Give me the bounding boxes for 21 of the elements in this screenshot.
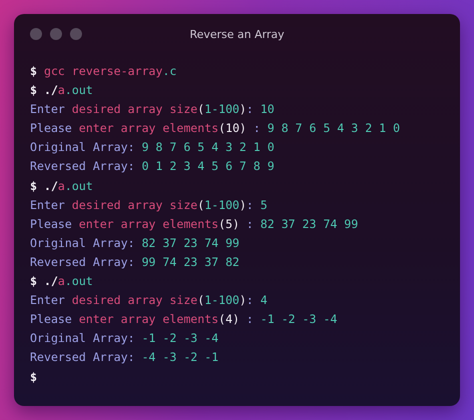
terminal-line: Reversed Array: 99 74 23 37 82: [30, 254, 240, 271]
terminal-line: Original Array: 9 8 7 6 5 4 3 2 1 0: [30, 139, 274, 156]
terminal-line: $ ./a.out: [30, 178, 93, 195]
window-dot-icon[interactable]: [70, 28, 82, 40]
terminal-line: Reversed Array: -4 -3 -2 -1: [30, 349, 218, 366]
terminal-line: $ ./a.out: [30, 273, 93, 290]
terminal-line: $ ./a.out: [30, 82, 93, 100]
terminal-line: Reversed Array: 0 1 2 3 4 5 6 7 8 9: [30, 158, 274, 176]
terminal-line: Original Array: -1 -2 -3 -4: [30, 330, 218, 348]
terminal-line: Please enter array elements(5) : 82 37 23 74 99: [30, 216, 358, 233]
terminal-line: Enter desired array size(1-100): 5: [30, 196, 268, 214]
terminal-line: Enter desired array size(1-100): 10: [30, 101, 274, 118]
window-title: Reverse an Array: [190, 28, 284, 40]
terminal-line: $: [30, 368, 37, 386]
terminal-line: Please enter array elements(4) : -1 -2 -3 -4: [30, 311, 338, 328]
terminal-line: Please enter array elements(10) : 9 8 7 6 5 4 3 2 1 0: [30, 120, 400, 138]
terminal-line: Original Array: 82 37 23 74 99: [30, 234, 240, 252]
terminal-line: Enter desired array size(1-100): 4: [30, 292, 268, 310]
window-dot-icon[interactable]: [50, 28, 62, 40]
terminal-line: $ gcc reverse-array.c: [30, 63, 177, 80]
window-dot-icon[interactable]: [30, 28, 42, 40]
